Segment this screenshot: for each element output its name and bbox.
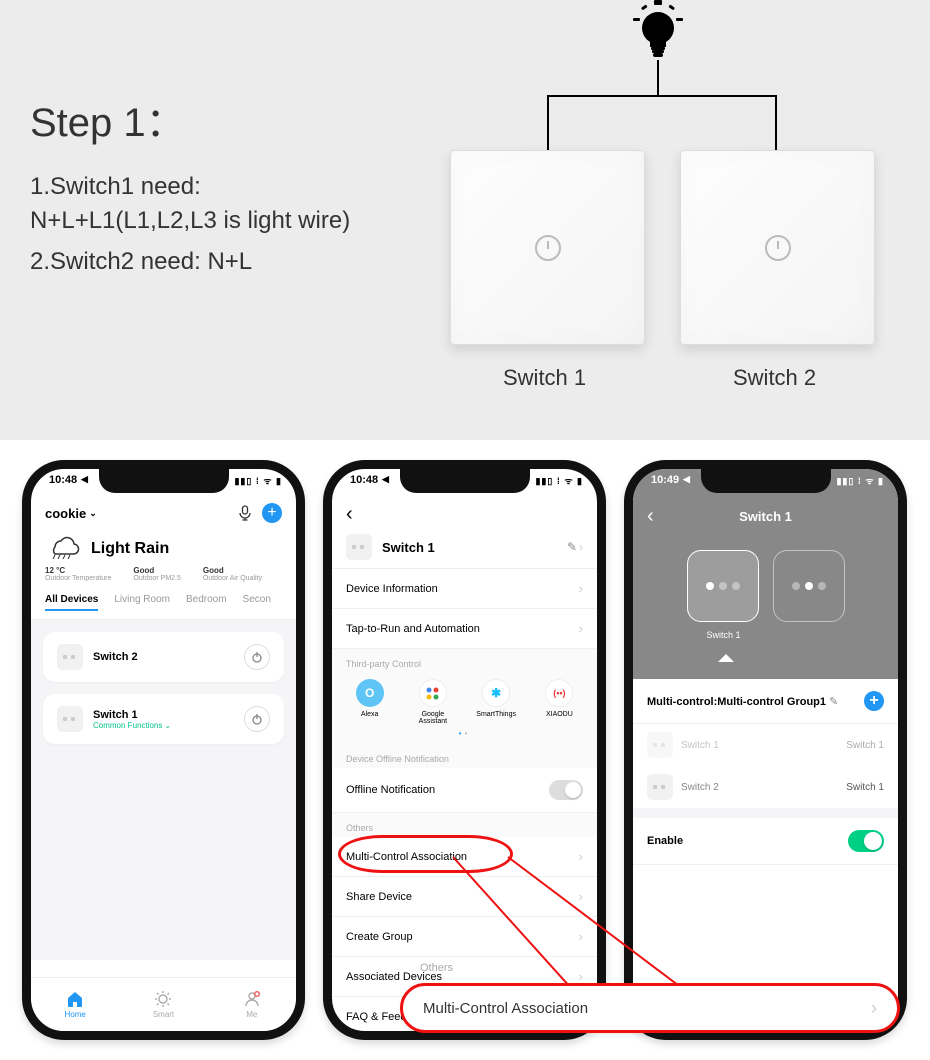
power-icon — [535, 235, 561, 261]
device-card-switch2[interactable]: Switch 2 — [43, 632, 284, 682]
row-add-home-screen[interactable]: Add to Home Screen› — [332, 1037, 597, 1040]
callout-multi-control: Multi-Control Association › — [400, 983, 900, 1033]
status-icons: ▮▮▯ ⁞ ᯤ ▮ — [234, 474, 282, 487]
group-device-row-2[interactable]: Switch 2Switch 1 — [633, 766, 898, 808]
phone-device-settings: 10:48 ◀ ▮▮▯ ⁞ ᯤ ▮ ‹ Switch 1 ✎› Device I… — [323, 460, 606, 1040]
switch-icon — [647, 774, 673, 800]
chevron-right-icon: › — [579, 581, 583, 596]
offline-header: Device Offline Notification — [332, 744, 597, 768]
gang-tile-2[interactable] — [773, 550, 845, 622]
back-button[interactable]: ‹ — [647, 505, 667, 528]
gang-tile-1[interactable] — [687, 550, 759, 622]
switch-icon — [57, 706, 83, 732]
weather-stats: 12 °COutdoor Temperature GoodOutdoor PM2… — [31, 564, 296, 590]
page-title: Switch 1 — [739, 509, 792, 524]
switch-icon — [346, 534, 372, 560]
callout-others-label: Others — [420, 962, 453, 974]
wiring-diagram — [657, 60, 659, 95]
nav-me[interactable]: Me — [208, 978, 296, 1031]
instruction-line-3: 2.Switch2 need: N+L — [30, 245, 252, 279]
switch-panel-2 — [680, 150, 875, 345]
nav-home[interactable]: Home — [31, 978, 119, 1031]
row-enable: Enable — [633, 818, 898, 865]
chevron-right-icon: › — [579, 540, 583, 554]
lightbulb-icon — [633, 0, 683, 60]
row-tap-to-run[interactable]: Tap-to-Run and Automation› — [332, 609, 597, 649]
switch-2-label: Switch 2 — [733, 365, 816, 391]
phone-multi-control: 10:49 ◀ ▮▮▯ ⁞ ᯤ ▮ ‹ Switch 1 Switch 1 Mu… — [624, 460, 907, 1040]
tpc-smartthings[interactable]: ✱SmartThings — [471, 679, 521, 725]
toggle-offline[interactable] — [549, 780, 583, 800]
chevron-right-icon: › — [579, 929, 583, 944]
weather-title: Light Rain — [91, 540, 169, 558]
tpc-xiaodu[interactable]: (••)XIAODU — [534, 679, 584, 725]
add-device-button[interactable]: + — [262, 503, 282, 523]
device-title: Switch 1 — [382, 540, 557, 555]
power-button[interactable] — [244, 644, 270, 670]
tpc-alexa[interactable]: OAlexa — [345, 679, 395, 725]
power-button[interactable] — [244, 706, 270, 732]
edit-icon[interactable]: ✎ — [829, 696, 838, 708]
chevron-down-icon: ⌄ — [89, 508, 97, 519]
tpc-google[interactable]: Google Assistant — [408, 679, 458, 725]
group-device-row-1[interactable]: Switch 1Switch 1 — [633, 724, 898, 766]
room-tabs: All Devices Living Room Bedroom Secon — [31, 590, 296, 620]
others-header: Others — [332, 813, 597, 837]
tab-living-room[interactable]: Living Room — [114, 594, 170, 611]
switch-icon — [647, 732, 673, 758]
tab-all-devices[interactable]: All Devices — [45, 594, 98, 611]
instruction-line-1: 1.Switch1 need: — [30, 170, 201, 204]
instruction-line-2: N+L+L1(L1,L2,L3 is light wire) — [30, 204, 350, 238]
device-card-switch1[interactable]: Switch 1 Common Functions⌄ — [43, 694, 284, 744]
step-title: Step 1： — [30, 90, 186, 148]
weather-icon — [45, 533, 81, 564]
group-title: Multi-control:Multi-control Group1 ✎ — [647, 695, 838, 708]
chevron-right-icon: › — [579, 621, 583, 636]
switch-1-label: Switch 1 — [503, 365, 586, 391]
edit-button[interactable]: ✎› — [567, 540, 583, 554]
selection-pointer-icon — [718, 654, 734, 662]
chevron-down-icon: ⌄ — [164, 721, 171, 730]
bottom-nav: Home Smart Me — [31, 977, 296, 1031]
status-time: 10:48 — [49, 474, 77, 486]
row-device-information[interactable]: Device Information› — [332, 569, 597, 609]
highlight-annotation — [338, 835, 513, 873]
status-icons: ▮▮▯ ⁞ ᯤ ▮ — [535, 474, 583, 487]
chevron-right-icon: › — [579, 849, 583, 864]
gang-tile-label: Switch 1 — [624, 630, 856, 654]
voice-button[interactable] — [238, 505, 252, 521]
tab-bedroom[interactable]: Bedroom — [186, 594, 227, 611]
toggle-enable[interactable] — [848, 830, 884, 852]
chevron-right-icon: › — [871, 998, 877, 1019]
status-time: 10:48 — [350, 474, 378, 486]
nav-smart[interactable]: Smart — [119, 978, 207, 1031]
status-icons: ▮▮▯ ⁞ ᯤ ▮ — [836, 474, 884, 487]
back-button[interactable]: ‹ — [346, 503, 366, 526]
switch-panel-1 — [450, 150, 645, 345]
row-create-group[interactable]: Create Group› — [332, 917, 597, 957]
top-instruction-panel: Step 1： 1.Switch1 need: N+L+L1(L1,L2,L3 … — [0, 0, 930, 440]
location-icon: ◀ — [683, 474, 690, 485]
home-selector[interactable]: cookie⌄ — [45, 506, 97, 521]
tab-second[interactable]: Secon — [243, 594, 271, 611]
screenshots-row: 10:48 ◀ ▮▮▯ ⁞ ᯤ ▮ cookie⌄ + Light Rain 1… — [0, 440, 930, 1060]
row-share-device[interactable]: Share Device› — [332, 877, 597, 917]
chevron-right-icon: › — [579, 889, 583, 904]
chevron-right-icon: › — [579, 969, 583, 984]
add-group-button[interactable]: + — [864, 691, 884, 711]
power-icon — [765, 235, 791, 261]
status-time: 10:49 — [651, 474, 679, 486]
phone-home: 10:48 ◀ ▮▮▯ ⁞ ᯤ ▮ cookie⌄ + Light Rain 1… — [22, 460, 305, 1040]
location-icon: ◀ — [81, 474, 88, 485]
switch-icon — [57, 644, 83, 670]
common-functions-link[interactable]: Common Functions⌄ — [93, 721, 171, 730]
location-icon: ◀ — [382, 474, 389, 485]
carousel-dots: •• — [332, 727, 597, 744]
third-party-header: Third-party Control — [332, 649, 597, 673]
row-offline-notification[interactable]: Offline Notification — [332, 768, 597, 813]
